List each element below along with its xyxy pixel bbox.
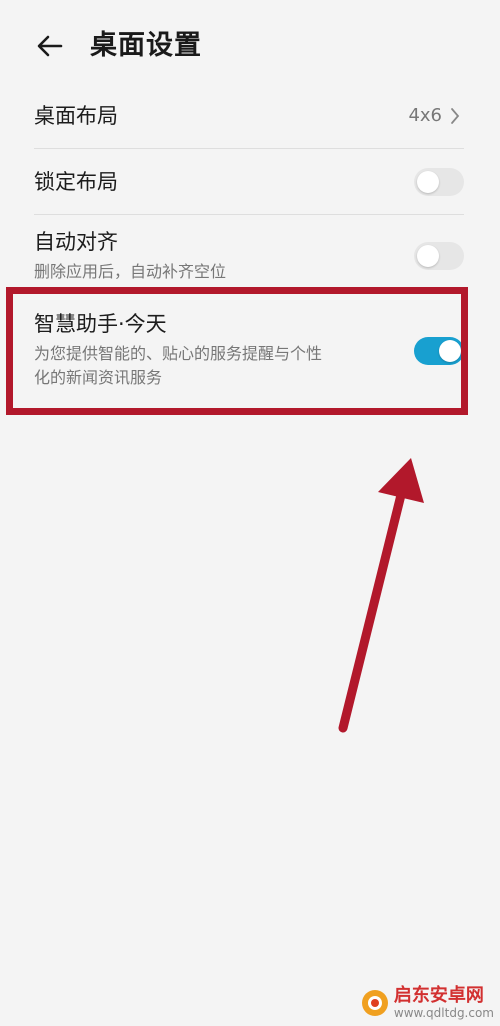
watermark-text: 启东安卓网 [393,985,484,1006]
watermark-logo-icon [361,990,388,1016]
watermark-url: www.qdltdg.com [393,1006,494,1020]
watermark: 启东安卓网 www.qdltdg.com [360,986,494,1020]
annotation-arrow [338,458,424,733]
